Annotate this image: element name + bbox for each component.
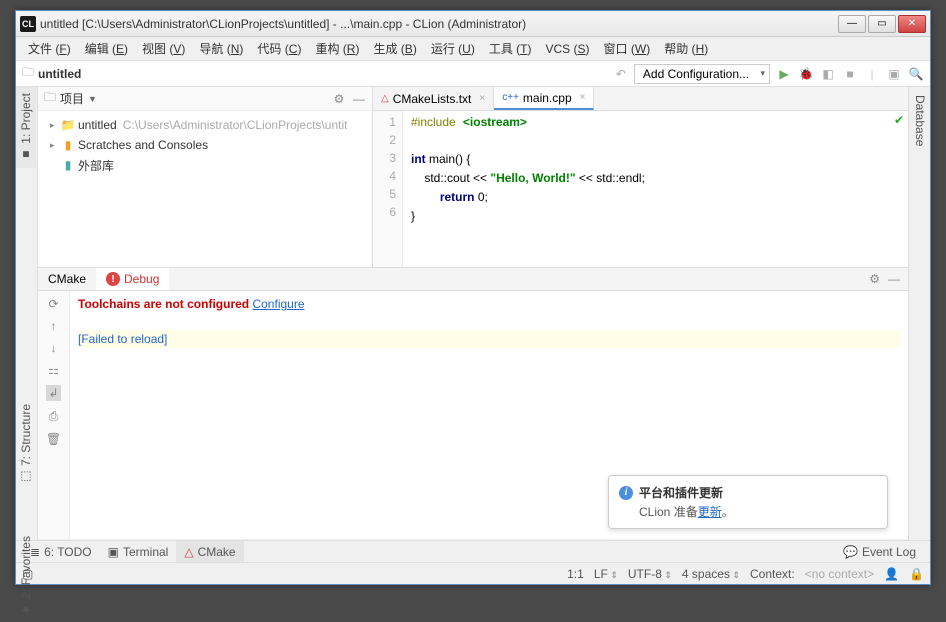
menu-窗口[interactable]: 窗口 (W) [598,38,657,59]
close-icon[interactable]: × [580,92,586,103]
tool-window-project[interactable]: ■1: Project [16,87,36,168]
refresh-icon[interactable]: ⟳ [48,297,58,311]
nav-back-icon[interactable]: ↶ [616,67,626,81]
editor-tabs: △CMakeLists.txt×c++main.cpp× [373,87,908,111]
tool-window-database[interactable]: Database [909,87,931,154]
line-number-gutter: 123456 [373,111,403,267]
minimize-button[interactable]: — [838,15,866,33]
hide-icon[interactable]: — [888,272,900,286]
menu-视图[interactable]: 视图 (V) [136,38,191,59]
folder-icon: 🗀 [22,63,34,84]
tool-window-favorites[interactable]: ★2: Favorites [16,530,36,622]
menu-VCS[interactable]: VCS (S) [540,40,596,58]
wrap-icon[interactable]: ↲ [46,385,60,401]
tool-window-header: CMake !Debug ⚙ — [38,267,908,291]
menu-导航[interactable]: 导航 (N) [193,38,249,59]
notification-title: 平台和插件更新 [639,484,723,501]
terminal-icon: ▣ [108,545,119,559]
project-tree[interactable]: ▸📁untitledC:\Users\Administrator\CLionPr… [38,111,372,179]
close-icon[interactable]: × [479,93,485,104]
failed-reload-message: [Failed to reload] [78,330,900,348]
context-value[interactable]: <no context> [805,567,874,581]
menu-文件[interactable]: 文件 (F) [22,38,77,59]
context-label: Context: [750,567,795,581]
add-configuration-dropdown[interactable]: Add Configuration... [634,64,770,84]
tool-toolbar-left: ⟳ ↑ ↓ ⚏ ↲ ⎙ 🗑 [38,291,70,539]
cmake-icon: △ [184,545,193,559]
caret-position[interactable]: 1:1 [567,567,584,581]
info-icon: i [619,486,633,500]
trash-icon[interactable]: 🗑 [46,432,61,446]
tool-tab-debug[interactable]: !Debug [96,268,169,290]
balloon-icon: 💬 [843,545,858,559]
bottom-tab-eventlog[interactable]: 💬Event Log [835,541,924,562]
editor-panel: △CMakeLists.txt×c++main.cpp× 123456 #inc… [373,87,908,267]
file-encoding[interactable]: UTF-8 [628,567,672,581]
editor-tab[interactable]: △CMakeLists.txt× [373,87,494,110]
menu-重构[interactable]: 重构 (R) [309,38,365,59]
debug-icon[interactable]: 🐞 [798,67,814,81]
menu-运行[interactable]: 运行 (U) [425,38,481,59]
layout-icon[interactable]: ▣ [886,67,902,81]
navigation-bar: 🗀 untitled ↶ Add Configuration... ▶ 🐞 ◧ … [16,61,930,87]
code-area[interactable]: #include <iostream> int main() { std::co… [403,111,908,267]
notification-popup[interactable]: i 平台和插件更新 CLion 准备更新。 [608,475,888,529]
tree-item[interactable]: ▸📁untitledC:\Users\Administrator\CLionPr… [42,115,368,135]
notification-body: CLion 准备更新。 [619,503,877,520]
bottom-tool-tabs: ≣6: TODO ▣Terminal △CMake 💬Event Log [16,540,930,562]
maximize-button[interactable]: ▭ [868,15,896,33]
bottom-tab-terminal[interactable]: ▣Terminal [100,541,177,562]
chevron-down-icon[interactable]: ▼ [88,94,97,104]
análisis-ok-icon: ✔ [894,113,904,127]
project-panel: 🗀 项目 ▼ ⚙ — ▸📁untitledC:\Users\Administra… [38,87,373,267]
collapse-icon[interactable]: — [352,92,366,106]
lock-icon[interactable]: 🔒 [909,567,924,581]
close-button[interactable]: ✕ [898,15,926,33]
stop-icon[interactable]: ■ [842,67,858,81]
tool-window-structure[interactable]: ⬚7: Structure [16,398,36,490]
gear-icon[interactable]: ⚙ [332,92,346,106]
project-panel-title: 项目 [60,90,84,107]
divider: | [864,67,880,81]
print-icon[interactable]: ⎙ [49,409,59,424]
menu-生成[interactable]: 生成 (B) [367,38,422,59]
menu-编辑[interactable]: 编辑 (E) [79,38,134,59]
configure-link[interactable]: Configure [252,297,304,311]
indent-setting[interactable]: 4 spaces [682,567,740,581]
folder-icon: 🗀 [44,88,56,109]
error-badge-icon: ! [106,272,120,286]
tool-tab-cmake[interactable]: CMake [38,268,96,290]
breadcrumb[interactable]: untitled [38,67,81,81]
up-icon[interactable]: ↑ [51,319,57,333]
tree-item[interactable]: ▮外部库 [42,155,368,175]
app-icon: CL [20,16,36,32]
titlebar: CL untitled [C:\Users\Administrator\CLio… [16,11,930,37]
menubar: 文件 (F)编辑 (E)视图 (V)导航 (N)代码 (C)重构 (R)生成 (… [16,37,930,61]
menu-代码[interactable]: 代码 (C) [251,38,307,59]
menu-帮助[interactable]: 帮助 (H) [658,38,714,59]
run-icon[interactable]: ▶ [776,67,792,81]
tool-window-body: ⟳ ↑ ↓ ⚏ ↲ ⎙ 🗑 Toolchains are not configu… [38,291,908,539]
menu-工具[interactable]: 工具 (T) [483,38,538,59]
editor-tab[interactable]: c++main.cpp× [494,87,594,110]
filter-icon[interactable]: ⚏ [48,363,59,377]
tool-output[interactable]: Toolchains are not configured Configure … [70,291,908,539]
tree-item[interactable]: ▸▮Scratches and Consoles [42,135,368,155]
update-link[interactable]: 更新 [698,505,722,519]
gear-icon[interactable]: ⚙ [869,272,880,286]
down-icon[interactable]: ↓ [51,341,57,355]
search-icon[interactable]: 🔍 [908,67,924,81]
status-bar: ▢ 1:1 LF UTF-8 4 spaces Context: <no con… [16,562,930,584]
bottom-tab-cmake[interactable]: △CMake [176,541,243,562]
line-separator[interactable]: LF [594,567,618,581]
window-title: untitled [C:\Users\Administrator\CLionPr… [40,17,836,31]
right-gutter: Database [908,87,930,540]
coverage-icon[interactable]: ◧ [820,67,836,81]
inspection-icon[interactable]: 👤 [884,567,899,581]
